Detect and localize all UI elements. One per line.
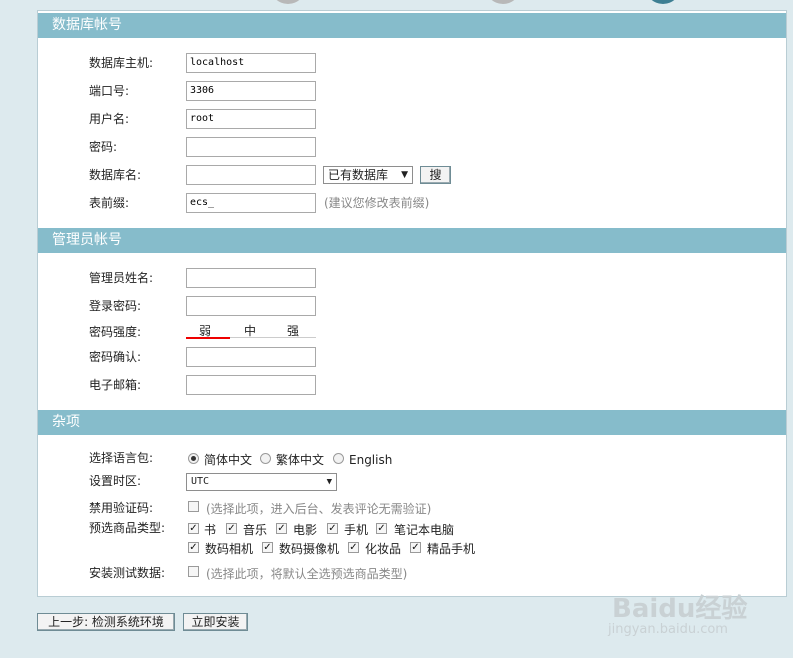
section-header-misc: 杂项 [38,410,786,435]
confirm-password-input[interactable] [186,347,316,367]
db-password-input[interactable] [186,137,316,157]
admin-name-input[interactable] [186,268,316,288]
chevron-down-icon: ▼ [326,477,332,487]
language-label: 选择语言包: [89,451,154,465]
test-data-checkbox[interactable] [188,566,199,577]
watermark-url: jingyan.baidu.com [608,622,728,637]
db-port-input[interactable]: 3306 [186,81,316,101]
goods-checkbox-book[interactable]: ✓ [188,523,199,534]
goods-checkbox-camera[interactable]: ✓ [188,542,199,553]
admin-password-label: 登录密码: [89,299,142,313]
step-indicator-active [645,0,681,4]
existing-db-select-value: 已有数据库 [328,168,389,182]
db-user-label: 用户名: [89,112,130,126]
goods-option-phone: 手机 [344,523,369,537]
existing-db-select[interactable]: 已有数据库 ▼ [323,166,413,184]
lang-option-traditional: 繁体中文 [276,453,325,467]
lang-option-simplified: 简体中文 [204,453,253,467]
previous-step-button[interactable]: 上一步: 检测系统环境 [37,613,175,631]
confirm-password-label: 密码确认: [89,350,142,364]
goods-option-premium-phone: 精品手机 [427,542,476,556]
password-strength-label: 密码强度: [89,325,142,339]
db-user-input[interactable]: root [186,109,316,129]
install-now-button[interactable]: 立即安装 [183,613,248,631]
goods-option-movie: 电影 [293,523,318,537]
install-form-panel: 数据库帐号 数据库主机: localhost 端口号: 3306 用户名: ro… [37,10,787,597]
goods-checkbox-cosmetics[interactable]: ✓ [348,542,359,553]
top-progress-strip [0,0,793,10]
table-prefix-label: 表前缀: [89,196,130,210]
goods-checkbox-camcorder[interactable]: ✓ [262,542,273,553]
goods-option-music: 音乐 [243,523,268,537]
goods-checkbox-music[interactable]: ✓ [226,523,237,534]
goods-option-laptop: 笔记本电脑 [394,523,455,537]
lang-radio-simplified[interactable] [188,453,199,464]
strength-bar-fill [186,337,230,339]
disable-captcha-hint: (选择此项，进入后台、发表评论无需验证) [206,502,432,516]
goods-option-book: 书 [204,523,217,537]
disable-captcha-label: 禁用验证码: [89,501,154,515]
section-header-database: 数据库帐号 [38,13,786,38]
db-name-label: 数据库名: [89,168,142,182]
goods-checkbox-laptop[interactable]: ✓ [376,523,387,534]
timezone-select-value: UTC [191,476,210,487]
goods-checkbox-movie[interactable]: ✓ [276,523,287,534]
watermark-brand: Baidu经验 [612,594,748,624]
lang-radio-english[interactable] [333,453,344,464]
chevron-down-icon: ▼ [401,170,408,180]
db-password-label: 密码: [89,140,118,154]
db-host-label: 数据库主机: [89,56,154,70]
admin-password-input[interactable] [186,296,316,316]
email-label: 电子邮箱: [89,378,142,392]
test-data-hint: (选择此项，将默认全选预选商品类型) [206,567,408,581]
goods-option-camcorder: 数码摄像机 [279,542,340,556]
step-indicator [270,0,306,4]
section-header-admin: 管理员帐号 [38,228,786,253]
goods-checkbox-premium-phone[interactable]: ✓ [410,542,421,553]
timezone-select[interactable]: UTC ▼ [186,473,337,491]
lang-option-english: English [349,453,393,467]
step-indicator [485,0,521,4]
db-name-input[interactable] [186,165,316,185]
timezone-label: 设置时区: [89,474,142,488]
lang-radio-traditional[interactable] [260,453,271,464]
table-prefix-hint: (建议您修改表前缀) [324,196,430,210]
search-db-button[interactable]: 搜 [420,166,451,184]
goods-option-cosmetics: 化妆品 [365,542,402,556]
disable-captcha-checkbox[interactable] [188,501,199,512]
db-host-input[interactable]: localhost [186,53,316,73]
admin-name-label: 管理员姓名: [89,271,154,285]
table-prefix-input[interactable]: ecs_ [186,193,316,213]
goods-checkbox-phone[interactable]: ✓ [327,523,338,534]
goods-type-label: 预选商品类型: [89,521,166,535]
db-port-label: 端口号: [89,84,130,98]
test-data-label: 安装测试数据: [89,566,166,580]
email-input[interactable] [186,375,316,395]
goods-option-camera: 数码相机 [205,542,254,556]
